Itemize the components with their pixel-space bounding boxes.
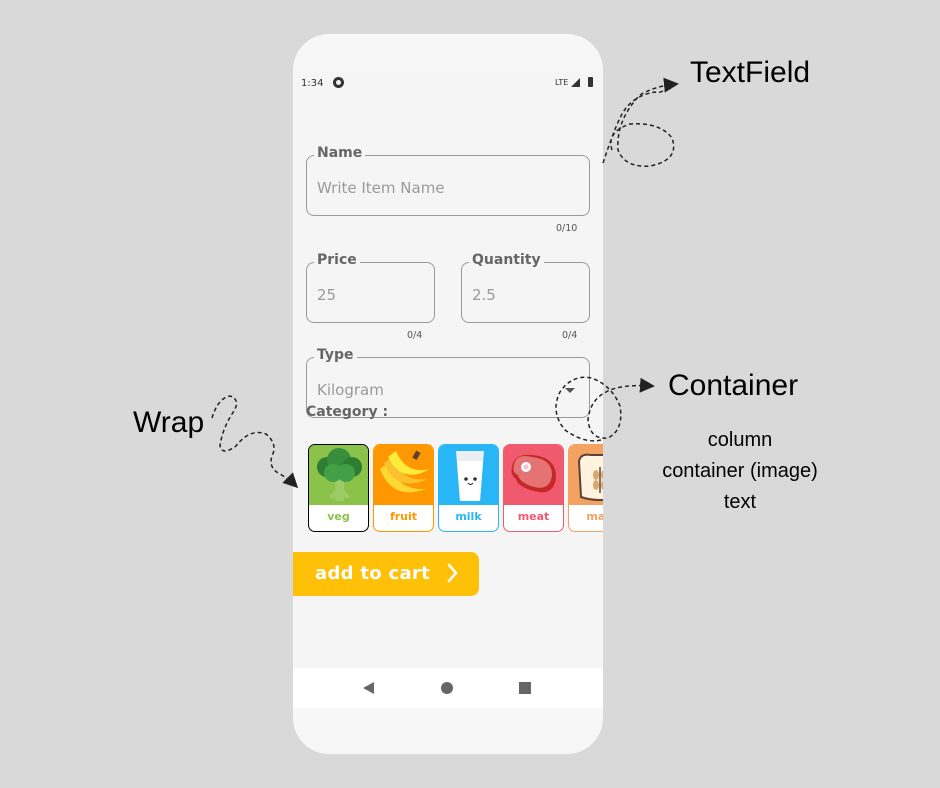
annotation-arrows: [211, 0, 940, 489]
